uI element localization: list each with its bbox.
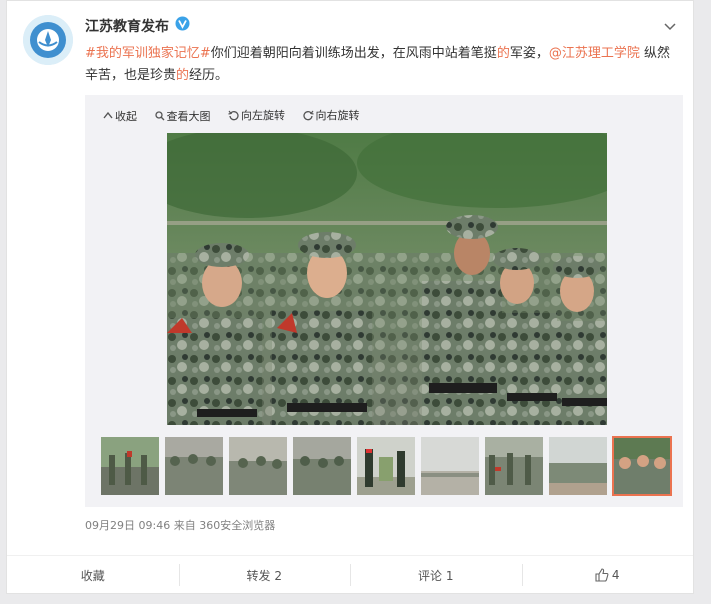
collapse-button[interactable]: 收起: [103, 108, 137, 124]
repost-label: 转发 2: [246, 568, 282, 583]
media-toolbar: 收起 查看大图 向左旋转 向右旋转: [103, 107, 374, 124]
post-time[interactable]: 09月29日 09:46: [85, 519, 170, 532]
chevron-down-icon[interactable]: [663, 17, 677, 36]
favorite-button[interactable]: 收藏: [7, 556, 179, 594]
thumbnail-9[interactable]: [612, 436, 672, 496]
thumbnail-6[interactable]: [421, 437, 479, 495]
repost-button[interactable]: 转发 2: [178, 556, 351, 594]
post-text-highlight: 的: [496, 46, 510, 61]
hashtag-link[interactable]: #我的军训独家记忆#: [85, 46, 211, 61]
favorite-label: 收藏: [80, 568, 105, 583]
rotate-left-button[interactable]: 向左旋转: [228, 107, 285, 123]
like-button[interactable]: 4: [521, 556, 694, 594]
view-large-label: 查看大图: [166, 109, 211, 123]
comment-button[interactable]: 评论 1: [350, 556, 522, 594]
collapse-icon: [103, 111, 113, 118]
comment-label: 评论 1: [418, 568, 454, 583]
post-source[interactable]: 360安全浏览器: [199, 519, 275, 532]
post-text-highlight: 的: [176, 68, 190, 83]
thumbnail-8[interactable]: [549, 437, 607, 495]
mention-link[interactable]: @江苏理工学院: [549, 46, 640, 61]
thumbnail-2[interactable]: [165, 437, 223, 495]
post-text: #我的军训独家记忆#你们迎着朝阳向着训练场出发，在风雨中站着笔挺的军姿，@江苏理…: [85, 43, 675, 87]
post-meta: 09月29日 09:46 来自 360安全浏览器: [85, 517, 275, 533]
thumbs-up-icon: [595, 568, 609, 582]
action-bar: 收藏 转发 2 评论 1 4: [7, 555, 693, 594]
thumbnail-5[interactable]: [357, 437, 415, 495]
source-prefix: 来自: [173, 519, 196, 532]
verified-badge-icon: [175, 16, 190, 35]
author-avatar[interactable]: [23, 15, 73, 65]
search-icon: [154, 110, 164, 120]
rotate-right-button[interactable]: 向右旋转: [302, 107, 360, 123]
author-name[interactable]: 江苏教育发布: [85, 16, 169, 36]
thumbnail-1[interactable]: [101, 437, 159, 495]
post-text-segment: 经历。: [189, 68, 229, 83]
collapse-label: 收起: [115, 109, 137, 123]
media-viewer: 收起 查看大图 向左旋转 向右旋转: [85, 95, 683, 507]
post-text-segment: 军姿，: [509, 46, 549, 61]
rotate-right-label: 向右旋转: [315, 109, 360, 122]
thumbnail-7[interactable]: [485, 437, 543, 495]
thumbnail-4[interactable]: [293, 437, 351, 495]
rotate-left-label: 向左旋转: [241, 109, 285, 122]
rotate-right-icon: [302, 110, 314, 120]
thumbnail-3[interactable]: [229, 437, 287, 495]
like-count: 4: [611, 568, 620, 582]
post-text-segment: 你们迎着朝阳向着训练场出发，在风雨中站着笔挺: [210, 46, 497, 61]
rotate-left-icon: [228, 110, 239, 120]
view-large-button[interactable]: 查看大图: [154, 108, 211, 124]
weibo-post-card: 江苏教育发布 #我的军训独家记忆#你们迎着朝阳向着训练场出发，在风雨中站着笔挺的…: [6, 0, 694, 594]
main-photo[interactable]: [167, 133, 607, 425]
